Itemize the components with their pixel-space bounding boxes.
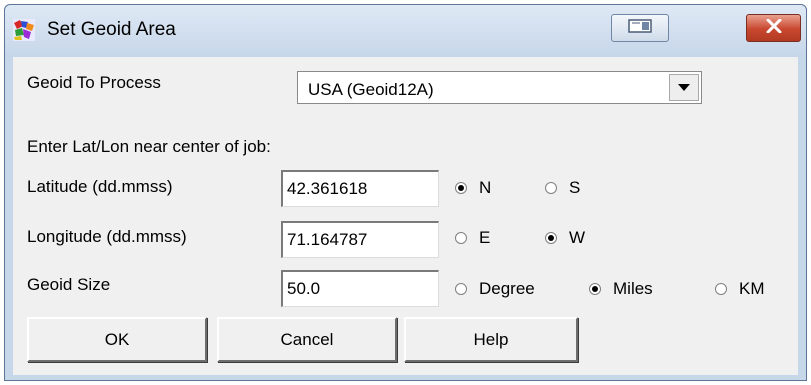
radio-west[interactable]: W	[545, 228, 585, 248]
radio-km-label: KM	[739, 279, 765, 298]
cancel-button[interactable]: Cancel	[217, 317, 397, 362]
radio-km[interactable]: KM	[715, 279, 765, 299]
radio-km-indicator	[715, 283, 727, 295]
radio-north-label: N	[479, 178, 492, 197]
latitude-input[interactable]: 42.361618	[281, 170, 439, 207]
latitude-label: Latitude (dd.mmss)	[27, 177, 173, 196]
help-button[interactable]: Help	[404, 317, 578, 362]
ok-button[interactable]: OK	[27, 317, 207, 362]
radio-west-indicator	[545, 232, 557, 244]
geoid-select-value: USA (Geoid12A)	[308, 80, 434, 99]
geoid-to-process-label: Geoid To Process	[27, 73, 161, 92]
radio-north-indicator	[455, 182, 467, 194]
radio-south-label: S	[569, 178, 581, 197]
radio-west-label: W	[569, 228, 586, 247]
radio-degree-indicator	[455, 283, 467, 295]
radio-miles[interactable]: Miles	[589, 279, 653, 299]
set-geoid-area-dialog: Set Geoid Area Geoid To Process USA (Geo…	[4, 4, 807, 381]
geoid-dropdown-button[interactable]	[669, 74, 699, 101]
close-x-icon	[766, 18, 782, 38]
longitude-input[interactable]: 71.164787	[281, 221, 439, 258]
radio-degree-label: Degree	[479, 279, 535, 298]
radio-degree[interactable]: Degree	[455, 279, 535, 299]
longitude-label: Longitude (dd.mmss)	[27, 227, 187, 246]
title-bar[interactable]: Set Geoid Area	[5, 5, 806, 57]
radio-miles-label: Miles	[613, 279, 653, 298]
restore-icon	[628, 18, 652, 38]
window-title: Set Geoid Area	[47, 19, 176, 40]
radio-south-indicator	[545, 182, 557, 194]
geoid-app-icon	[13, 19, 35, 41]
restore-button[interactable]	[611, 14, 669, 42]
radio-east-label: E	[479, 228, 491, 247]
triangle-down-icon	[678, 79, 690, 97]
radio-north[interactable]: N	[455, 178, 491, 198]
geoid-select[interactable]: USA (Geoid12A)	[297, 71, 702, 104]
radio-south[interactable]: S	[545, 178, 580, 198]
radio-east[interactable]: E	[455, 228, 490, 248]
dialog-body: Geoid To Process USA (Geoid12A) Enter La…	[13, 57, 798, 375]
geoid-size-input[interactable]: 50.0	[281, 270, 439, 307]
close-button[interactable]	[746, 14, 801, 42]
radio-miles-indicator	[589, 283, 601, 295]
geoid-size-label: Geoid Size	[27, 275, 111, 294]
radio-east-indicator	[455, 232, 467, 244]
instructions-text: Enter Lat/Lon near center of job:	[27, 137, 271, 156]
